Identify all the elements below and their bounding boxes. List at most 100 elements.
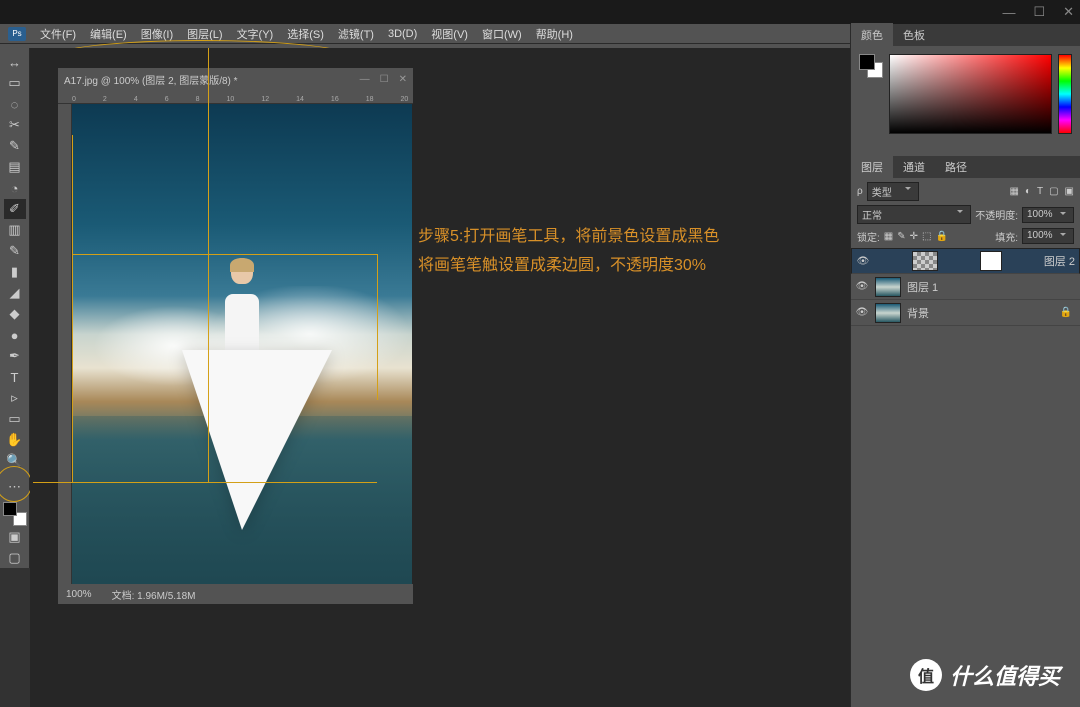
tab-color[interactable]: 颜色	[851, 23, 893, 47]
filter-shape-icon[interactable]: ▢	[1049, 186, 1058, 197]
layer-row[interactable]: 👁 图层 2	[851, 248, 1080, 274]
screen-mode-icon[interactable]: ▢	[4, 548, 26, 568]
tool-1[interactable]: ▭	[4, 73, 26, 93]
blend-select[interactable]: 正常	[857, 205, 971, 224]
status-bar: 100% 文档: 1.96M/5.18M	[58, 584, 413, 604]
tool-0[interactable]: ↔	[4, 52, 26, 72]
tool-12[interactable]: ◆	[4, 304, 26, 324]
layer-panel-tabs: 图层 通道 路径	[851, 156, 1080, 178]
layer-thumb[interactable]	[912, 251, 938, 271]
filter-text-icon[interactable]: T	[1037, 186, 1043, 197]
foreground-color[interactable]	[3, 502, 17, 516]
watermark-badge: 值	[910, 659, 942, 691]
tab-channels[interactable]: 通道	[893, 155, 935, 179]
doc-max-icon[interactable]: ☐	[380, 74, 389, 85]
color-panel-tabs: 颜色 色板	[851, 24, 1080, 46]
menu-item[interactable]: 视图(V)	[425, 24, 474, 44]
tab-layers[interactable]: 图层	[851, 155, 893, 179]
tool-2[interactable]: ◌	[4, 94, 26, 114]
watermark-text: 什么值得买	[950, 659, 1060, 691]
visibility-icon[interactable]: 👁	[856, 256, 870, 267]
doc-min-icon[interactable]: —	[360, 74, 370, 85]
visibility-icon[interactable]: 👁	[855, 281, 869, 292]
lock-nest-icon[interactable]: ⬚	[922, 231, 931, 242]
lock-trans-icon[interactable]: ▦	[884, 231, 893, 242]
layers-list: 👁图层 2👁图层 1👁背景🔒	[851, 248, 1080, 326]
tool-17[interactable]: ▭	[4, 409, 26, 429]
layer-name: 图层 2	[1044, 253, 1075, 269]
menu-item[interactable]: 窗口(W)	[476, 24, 528, 44]
lock-pos-icon[interactable]: ✛	[910, 231, 918, 242]
lock-pixels-icon[interactable]: ✎	[897, 231, 905, 242]
color-picker[interactable]	[889, 54, 1052, 134]
tool-11[interactable]: ◢	[4, 283, 26, 303]
layer-thumb[interactable]	[875, 303, 901, 323]
layer-opacity-label: 不透明度:	[975, 207, 1018, 222]
tab-swatches[interactable]: 色板	[893, 23, 935, 47]
layer-opacity-input[interactable]: 100%	[1022, 207, 1074, 223]
color-mini-swatch[interactable]	[859, 54, 883, 78]
layer-thumb[interactable]	[875, 277, 901, 297]
minimize-button[interactable]: —	[1002, 5, 1015, 20]
tool-6[interactable]: ◔	[4, 178, 26, 198]
layer-kind-select[interactable]: 类型	[867, 182, 919, 201]
more-tools-icon[interactable]: ⋯	[4, 477, 26, 497]
menu-item[interactable]: 编辑(E)	[84, 24, 133, 44]
menu-item[interactable]: 图像(I)	[135, 24, 179, 44]
tool-18[interactable]: ✋	[4, 430, 26, 450]
menu-item[interactable]: 滤镜(T)	[332, 24, 380, 44]
lock-icon: 🔒	[1060, 307, 1072, 318]
tool-16[interactable]: ▹	[4, 388, 26, 408]
document-window: A17.jpg @ 100% (图层 2, 图层蒙版/8) * — ☐ ✕ 0246…	[58, 68, 413, 604]
menu-item[interactable]: 文件(F)	[34, 24, 82, 44]
close-button[interactable]: ✕	[1063, 4, 1074, 20]
ruler-horizontal[interactable]: 024681012141618202224	[58, 90, 413, 104]
menu-item[interactable]: 图层(L)	[181, 24, 228, 44]
fill-input[interactable]: 100%	[1022, 228, 1074, 244]
tool-4[interactable]: ✎	[4, 136, 26, 156]
toolbox: ↔▭◌✂✎▤◔✐▥✎▮◢◆●✒T▹▭✋🔍 ⋯ ▣ ▢	[0, 48, 30, 568]
hue-slider[interactable]	[1058, 54, 1072, 134]
tool-9[interactable]: ✎	[4, 241, 26, 261]
window-titlebar: — ☐ ✕	[0, 0, 1080, 24]
canvas[interactable]	[72, 104, 412, 584]
fill-label: 填充:	[995, 229, 1018, 244]
layer-name: 背景	[907, 305, 929, 321]
tool-10[interactable]: ▮	[4, 262, 26, 282]
visibility-icon[interactable]: 👁	[855, 307, 869, 318]
color-swatch[interactable]	[3, 502, 27, 526]
doc-close-icon[interactable]: ✕	[399, 74, 407, 85]
filter-image-icon[interactable]: ▦	[1009, 186, 1018, 197]
filter-adjust-icon[interactable]: ◐	[1025, 186, 1031, 197]
filter-smart-icon[interactable]: ▣	[1065, 186, 1074, 197]
menu-item[interactable]: 选择(S)	[281, 24, 330, 44]
layer-row[interactable]: 👁 背景 🔒	[851, 300, 1080, 326]
document-title: A17.jpg @ 100% (图层 2, 图层蒙版/8) *	[64, 72, 238, 87]
tool-15[interactable]: T	[4, 367, 26, 387]
quick-mask-icon[interactable]: ▣	[4, 527, 26, 547]
canvas-content-figure	[192, 258, 292, 538]
tool-7[interactable]: ✐	[4, 199, 26, 219]
tool-3[interactable]: ✂	[4, 115, 26, 135]
menu-item[interactable]: 帮助(H)	[530, 24, 579, 44]
layer-row[interactable]: 👁图层 1	[851, 274, 1080, 300]
workspace: A17.jpg @ 100% (图层 2, 图层蒙版/8) * — ☐ ✕ 0246…	[30, 48, 850, 707]
lock-all-icon[interactable]: 🔒	[935, 231, 947, 242]
menu-item[interactable]: 3D(D)	[382, 26, 423, 42]
tab-paths[interactable]: 路径	[935, 155, 977, 179]
filesize-label: 文档: 1.96M/5.18M	[112, 587, 196, 602]
zoom-level[interactable]: 100%	[66, 589, 92, 600]
annotation-text: 步骤5:打开画笔工具，将前景色设置成黑色 将画笔笔触设置成柔边圆，不透明度30%	[418, 223, 719, 281]
tool-8[interactable]: ▥	[4, 220, 26, 240]
tool-14[interactable]: ✒	[4, 346, 26, 366]
menu-item[interactable]: 文字(Y)	[231, 24, 280, 44]
lock-label: 锁定:	[857, 229, 880, 244]
tool-5[interactable]: ▤	[4, 157, 26, 177]
ruler-vertical[interactable]	[58, 104, 72, 584]
tool-19[interactable]: 🔍	[4, 451, 26, 471]
document-tab[interactable]: A17.jpg @ 100% (图层 2, 图层蒙版/8) * — ☐ ✕	[58, 68, 413, 90]
maximize-button[interactable]: ☐	[1033, 4, 1045, 20]
layer-options: ρ 类型 ▦ ◐ T ▢ ▣ 正常 不透明度: 100% 锁定: ▦ ✎ ✛ ⬚…	[851, 178, 1080, 248]
layer-mask-thumb[interactable]	[980, 251, 1002, 271]
tool-13[interactable]: ●	[4, 325, 26, 345]
